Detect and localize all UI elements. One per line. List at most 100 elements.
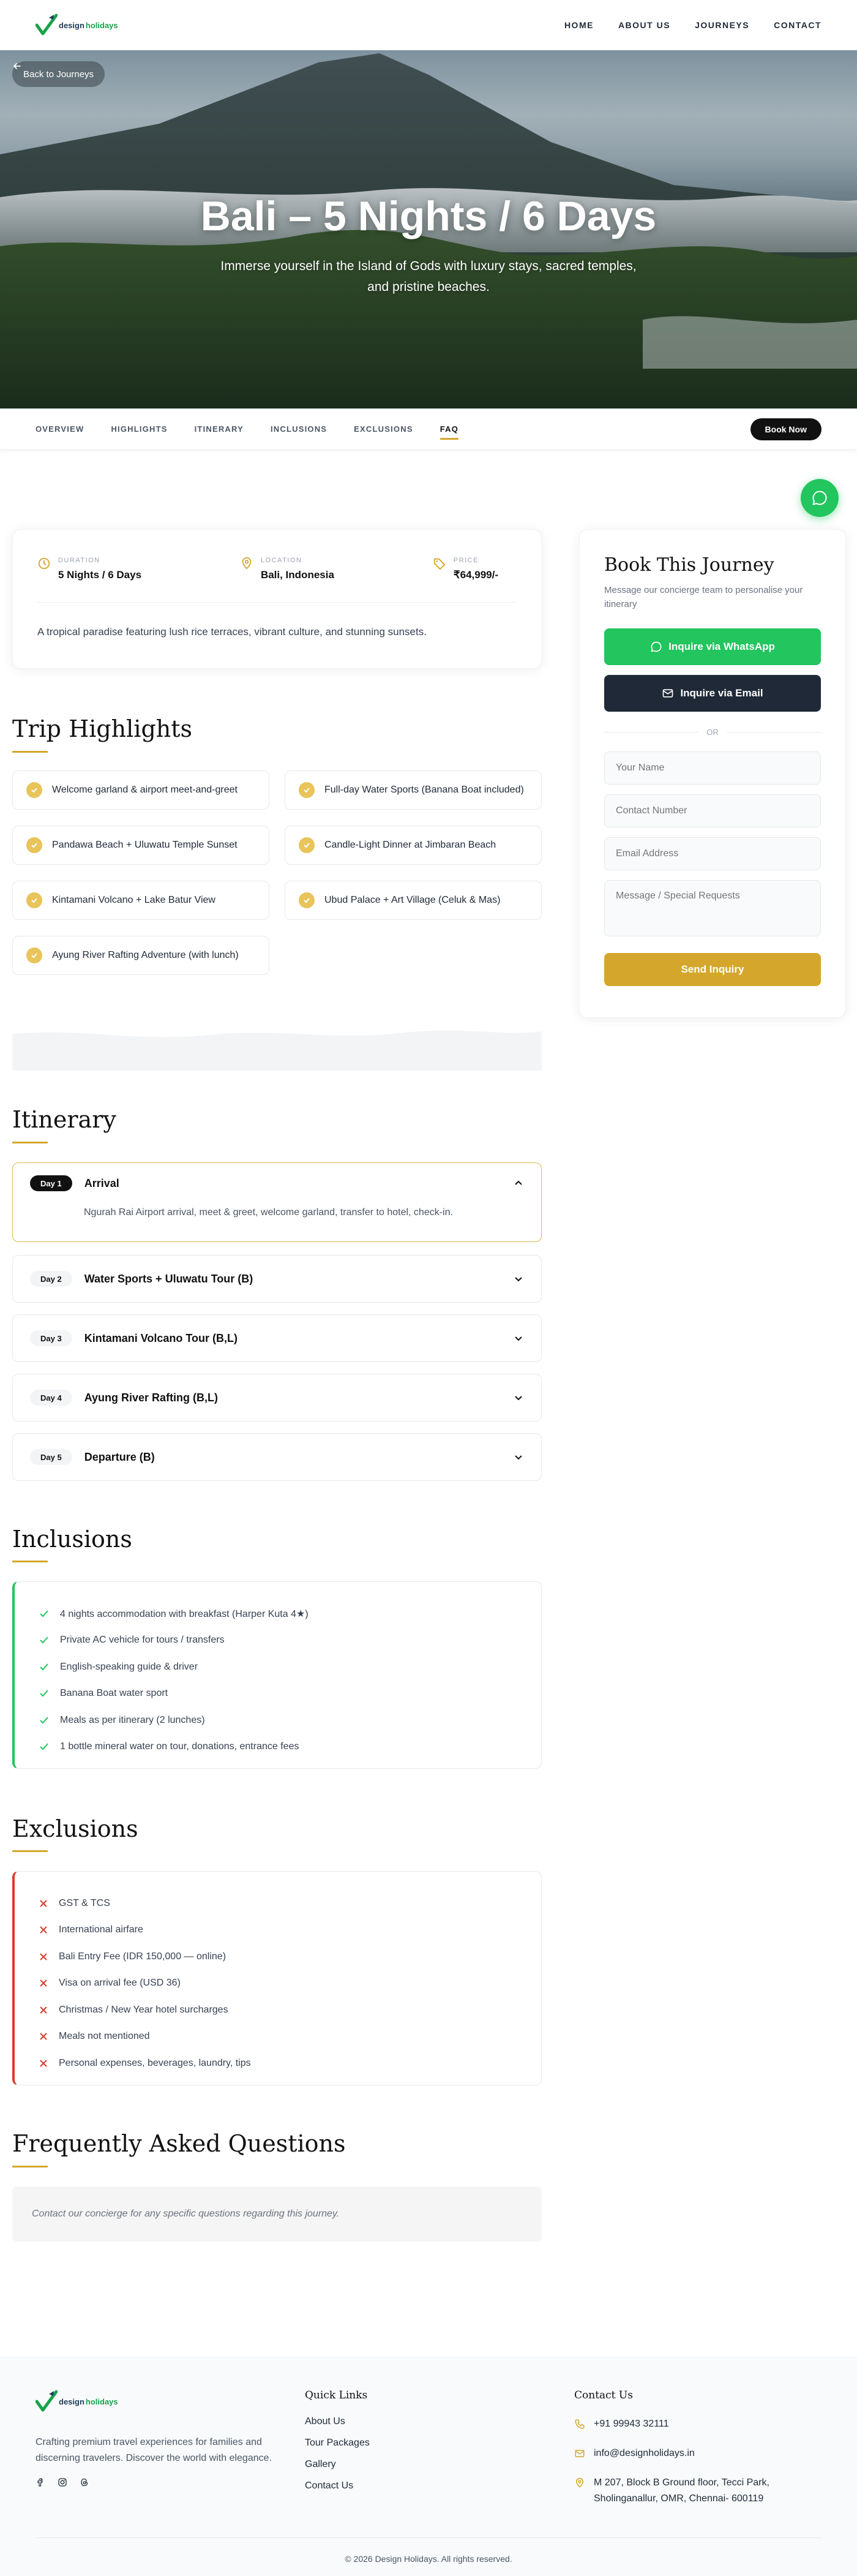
highlight-text: Ayung River Rafting Adventure (with lunc… — [52, 950, 239, 960]
contact-number-input[interactable] — [604, 794, 821, 827]
logo-text-holidays: holidays — [85, 2397, 118, 2406]
check-icon — [40, 1743, 48, 1750]
check-icon — [40, 1636, 48, 1644]
floating-whatsapp-button[interactable] — [801, 479, 839, 517]
inclusion-text: English-speaking guide & driver — [60, 1661, 198, 1672]
tab-exclusions[interactable]: EXCLUSIONS — [354, 421, 413, 437]
email-input[interactable] — [604, 837, 821, 870]
exclusion-item: Personal expenses, beverages, laundry, t… — [39, 2050, 517, 2077]
or-label: OR — [706, 728, 719, 737]
itinerary-title: Itinerary — [12, 1106, 116, 1133]
facebook-icon[interactable] — [36, 2477, 45, 2487]
check-circle-icon — [26, 782, 42, 798]
location-value: Bali, Indonesia — [260, 569, 334, 581]
overview-description: A tropical paradise featuring lush rice … — [37, 626, 427, 638]
highlight-item: Full-day Water Sports (Banana Boat inclu… — [285, 770, 542, 810]
chevron-down-icon[interactable] — [513, 1452, 524, 1463]
check-icon — [40, 1610, 48, 1618]
exclusion-item: Bali Entry Fee (IDR 150,000 — online) — [39, 1943, 517, 1970]
price-tag-icon — [433, 558, 445, 570]
chevron-down-icon[interactable] — [513, 1273, 524, 1284]
checkmark-logo-icon — [36, 2390, 58, 2412]
nav-contact[interactable]: CONTACT — [774, 20, 821, 30]
day-badge: Day 4 — [30, 1390, 72, 1406]
day-title: Ayung River Rafting (B,L) — [84, 1391, 219, 1404]
cross-icon — [40, 1926, 47, 1934]
inclusion-text: 4 nights accommodation with breakfast (H… — [60, 1608, 309, 1619]
logo-text-design: design — [59, 2397, 84, 2406]
day-badge: Day 1 — [30, 1175, 72, 1191]
chevron-up-icon[interactable] — [513, 1178, 524, 1189]
inclusion-item: Meals as per itinerary (2 lunches) — [39, 1707, 517, 1734]
nav-home[interactable]: HOME — [564, 20, 594, 30]
back-to-journeys-button[interactable]: Back to Journeys — [12, 61, 105, 87]
tab-highlights[interactable]: HIGHLIGHTS — [111, 421, 167, 437]
inclusion-item: English-speaking guide & driver — [39, 1654, 517, 1681]
day-title: Arrival — [84, 1177, 119, 1189]
overview-card: DURATION 5 Nights / 6 Days LOCATION Bali, … — [12, 529, 542, 669]
exclusion-item: Visa on arrival fee (USD 36) — [39, 1970, 517, 1997]
name-input[interactable] — [604, 751, 821, 785]
exclusions-title: Exclusions — [12, 1815, 138, 1842]
footer-email[interactable]: info@designholidays.in — [574, 2446, 813, 2461]
quick-links-title: Quick Links — [305, 2389, 368, 2401]
hero-subtitle: Immerse yourself in the Island of Gods w… — [220, 259, 637, 294]
section-tab-bar: OVERVIEW HIGHLIGHTS ITINERARY INCLUSIONS… — [0, 409, 857, 450]
nav-about-us[interactable]: ABOUT US — [618, 20, 670, 30]
book-now-button[interactable]: Book Now — [750, 418, 821, 440]
threads-icon[interactable] — [80, 2477, 89, 2487]
check-circle-icon — [26, 892, 42, 908]
footer-address: M 207, Block B Ground floor, Tecci Park,… — [574, 2475, 813, 2507]
arrow-left-icon — [13, 63, 21, 69]
highlight-text: Ubud Palace + Art Village (Celuk & Mas) — [324, 895, 501, 905]
tab-itinerary[interactable]: ITINERARY — [195, 421, 244, 437]
itinerary-day-5[interactable]: Day 5 Departure (B) — [12, 1433, 542, 1481]
exclusion-text: Christmas / New Year hotel surcharges — [59, 2004, 228, 2015]
highlight-item: Ubud Palace + Art Village (Celuk & Mas) — [285, 881, 542, 920]
chevron-down-icon[interactable] — [513, 1392, 524, 1403]
faq-note: Contact our concierge for any specific q… — [12, 2186, 542, 2242]
itinerary-day-4[interactable]: Day 4 Ayung River Rafting (B,L) — [12, 1374, 542, 1422]
itinerary-day-1[interactable]: Day 1 Arrival Ngurah Rai Airport arrival… — [12, 1162, 542, 1242]
whatsapp-button-label: Inquire via WhatsApp — [668, 641, 775, 652]
footer-link-about-us[interactable]: About Us — [305, 2416, 370, 2427]
footer-contact: Contact Us +91 99943 32111 info@designho… — [574, 2389, 813, 2520]
highlight-item: Kintamani Volcano + Lake Batur View — [12, 881, 269, 920]
message-textarea[interactable] — [604, 880, 821, 936]
footer-link-tour-packages[interactable]: Tour Packages — [305, 2438, 370, 2449]
inclusion-text: Meals as per itinerary (2 lunches) — [60, 1714, 205, 1725]
day-title: Water Sports + Uluwatu Tour (B) — [84, 1272, 253, 1285]
exclusions-list: GST & TCS International airfare Bali Ent… — [12, 1871, 542, 2085]
chevron-down-icon[interactable] — [513, 1333, 524, 1344]
footer-link-contact-us[interactable]: Contact Us — [305, 2480, 370, 2491]
social-links — [36, 2477, 280, 2487]
page: design holidays HOME ABOUT US JOURNEYS CO… — [0, 0, 857, 2576]
logo-text-design: design — [59, 20, 84, 30]
footer-link-gallery[interactable]: Gallery — [305, 2459, 370, 2470]
day-badge: Day 3 — [30, 1330, 72, 1346]
phone-number: +91 99943 32111 — [594, 2419, 669, 2429]
itinerary-day-2[interactable]: Day 2 Water Sports + Uluwatu Tour (B) — [12, 1255, 542, 1303]
inquire-email-button[interactable]: Inquire via Email — [604, 675, 821, 712]
brand-logo[interactable]: design holidays — [36, 13, 118, 37]
exclusion-item: International airfare — [39, 1917, 517, 1944]
tab-faq[interactable]: FAQ — [440, 421, 459, 440]
inquire-whatsapp-button[interactable]: Inquire via WhatsApp — [604, 628, 821, 665]
instagram-icon[interactable] — [58, 2477, 67, 2487]
phone-icon — [575, 2419, 585, 2429]
check-circle-icon — [26, 837, 42, 853]
send-inquiry-button[interactable]: Send Inquiry — [604, 953, 821, 986]
check-circle-icon — [299, 837, 315, 853]
tab-overview[interactable]: OVERVIEW — [36, 421, 84, 437]
highlight-text: Welcome garland & airport meet-and-greet — [52, 785, 238, 795]
inclusion-text: 1 bottle mineral water on tour, donation… — [60, 1741, 299, 1752]
nav-journeys[interactable]: JOURNEYS — [695, 20, 749, 30]
highlight-text: Full-day Water Sports (Banana Boat inclu… — [324, 785, 524, 795]
exclusion-item: GST & TCS — [39, 1890, 517, 1917]
itinerary-day-3[interactable]: Day 3 Kintamani Volcano Tour (B,L) — [12, 1314, 542, 1362]
day-title: Departure (B) — [84, 1450, 155, 1463]
inclusion-item: Banana Boat water sport — [39, 1681, 517, 1708]
tab-inclusions[interactable]: INCLUSIONS — [271, 421, 327, 437]
footer-phone[interactable]: +91 99943 32111 — [574, 2416, 813, 2432]
footer-logo[interactable]: design holidays — [36, 2389, 280, 2414]
